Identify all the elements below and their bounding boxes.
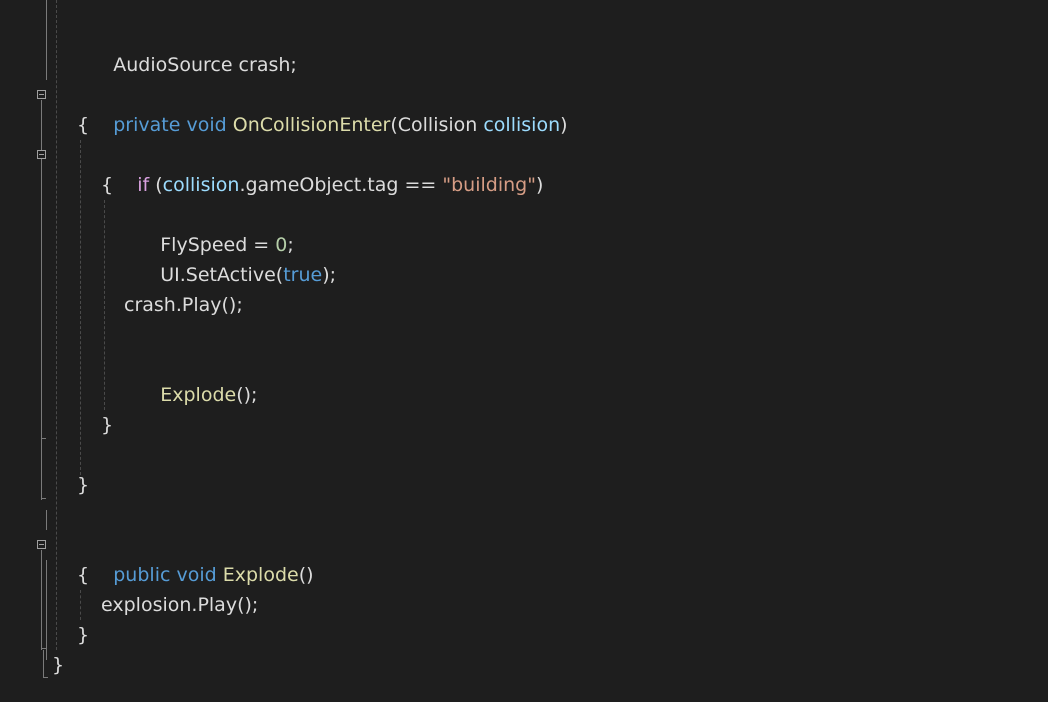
code-token: ( [149, 174, 163, 196]
code-token: crash; [232, 54, 297, 76]
code-line[interactable]: private void OnCollisionEnter(Collision … [0, 80, 567, 136]
fold-region-line [46, 510, 47, 530]
code-token: private [113, 114, 181, 136]
code-token: void [176, 564, 217, 586]
fold-region-end [43, 677, 48, 678]
code-editor[interactable]: AudioSource crash; private void OnCollis… [0, 0, 1048, 702]
code-token: collision [162, 174, 240, 196]
code-token: "building" [442, 174, 536, 196]
code-token: (Collision [390, 114, 484, 136]
code-line[interactable]: explosion.Play(); [0, 590, 258, 620]
fold-region-end [41, 498, 46, 499]
code-line[interactable]: } [0, 410, 113, 440]
code-token: (); [236, 384, 258, 406]
code-token: () [298, 564, 314, 586]
collapse-region-icon[interactable] [37, 90, 46, 99]
code-token: } [77, 624, 90, 646]
fold-region-line [46, 560, 47, 660]
fold-region-end [41, 438, 46, 439]
code-line[interactable]: } [0, 620, 89, 650]
code-line[interactable]: { [0, 560, 89, 590]
code-token: ) [535, 174, 544, 196]
code-token: AudioSource [113, 54, 233, 76]
code-line[interactable]: Explode(); [0, 350, 257, 406]
code-token: OnCollisionEnter [232, 114, 391, 136]
code-line[interactable]: crash.Play(); [0, 290, 243, 320]
code-line[interactable]: UI.SetActive(true); [0, 230, 336, 286]
code-line[interactable]: public void Explode() [0, 530, 313, 586]
collapse-region-icon[interactable] [37, 540, 46, 549]
code-token: ) [560, 114, 568, 136]
code-token: explosion.Play(); [101, 594, 259, 616]
code-token: if [137, 174, 150, 196]
code-token: } [101, 414, 114, 436]
code-line[interactable]: if (collision.gameObject.tag == "buildin… [0, 140, 543, 196]
fold-region-line [41, 550, 42, 650]
code-token: { [77, 114, 90, 136]
code-token: { [77, 564, 90, 586]
code-token: crash.Play(); [124, 294, 243, 316]
fold-region-line [46, 0, 47, 80]
code-line[interactable]: } [0, 470, 89, 500]
code-line[interactable]: { [0, 170, 113, 200]
code-token: .gameObject.tag == [239, 174, 443, 196]
code-line[interactable]: FlySpeed = 0; [0, 200, 294, 256]
indent-guide [80, 140, 81, 480]
code-token: public [113, 564, 171, 586]
collapse-region-icon[interactable] [37, 150, 46, 159]
code-token: void [186, 114, 227, 136]
code-token: } [52, 654, 65, 676]
code-line[interactable]: } [0, 650, 64, 680]
code-token: true [283, 264, 323, 286]
code-line[interactable]: { [0, 110, 89, 140]
code-token: } [77, 474, 90, 496]
indent-guide [56, 0, 57, 650]
code-token: UI.SetActive( [160, 264, 284, 286]
code-token: ); [322, 264, 337, 286]
indent-guide [104, 200, 105, 410]
code-token: collision [483, 114, 561, 136]
code-token: Explode [222, 564, 299, 586]
code-token: Explode [160, 384, 237, 406]
fold-region-line [43, 650, 44, 678]
code-token: { [101, 174, 114, 196]
fold-region-line [41, 160, 42, 440]
code-line[interactable]: AudioSource crash; [0, 20, 297, 76]
